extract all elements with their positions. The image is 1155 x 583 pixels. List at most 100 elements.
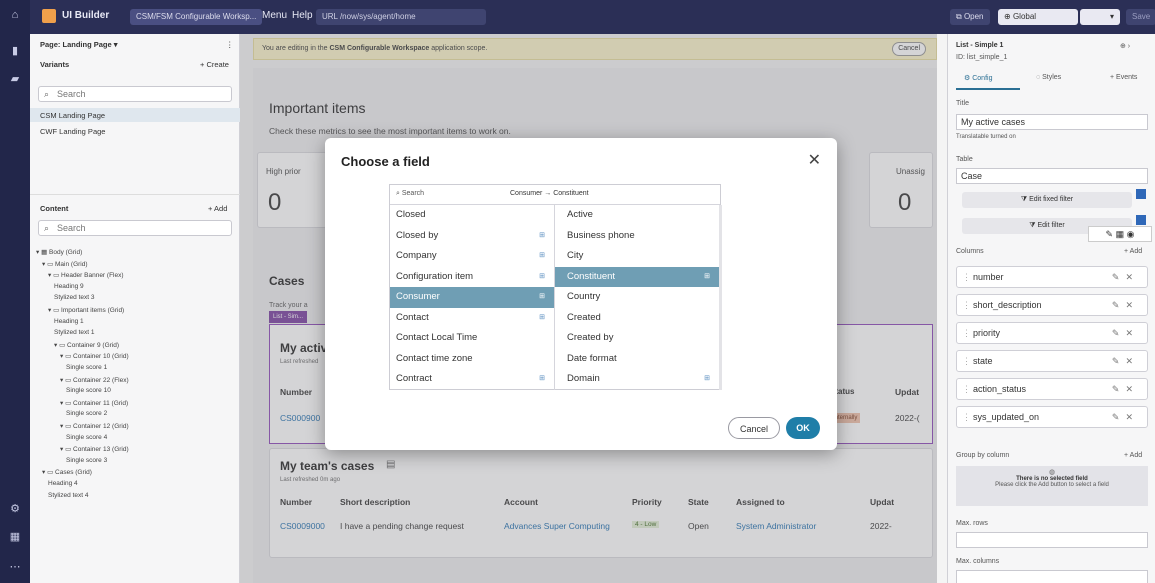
field-option[interactable]: Country: [555, 287, 720, 308]
variants-search-input[interactable]: ⌕ Search: [38, 86, 232, 102]
field-option[interactable]: Contact time zone: [390, 349, 554, 370]
reference-field-icon[interactable]: ⊞: [704, 267, 710, 287]
tree-node[interactable]: ▾ ▭ Container 12 (Grid): [60, 422, 129, 430]
tree-node[interactable]: Stylized text 1: [54, 329, 94, 336]
reference-field-icon[interactable]: ⊞: [539, 226, 545, 246]
close-icon[interactable]: ✕: [808, 150, 821, 170]
tree-node[interactable]: ▾ ▭ Container 22 (Flex): [60, 376, 129, 384]
tree-node[interactable]: Stylized text 4: [48, 492, 88, 499]
tree-node[interactable]: ▾ ▭ Cases (Grid): [42, 468, 92, 476]
tree-node[interactable]: Single score 1: [66, 364, 107, 371]
tree-node[interactable]: Single score 10: [66, 387, 111, 394]
pencil-icon[interactable]: ✎: [1112, 356, 1126, 366]
page-selector[interactable]: Page: Landing Page ▾: [40, 40, 118, 49]
tree-node[interactable]: Heading 1: [54, 318, 84, 325]
open-button[interactable]: ⧉ Open: [950, 9, 990, 25]
tab-styles[interactable]: ◌ Styles: [1036, 74, 1061, 81]
drag-handle-icon[interactable]: ⋮: [962, 379, 971, 399]
field-option[interactable]: Closed: [390, 205, 554, 226]
page-icon[interactable]: ▮: [8, 44, 22, 58]
content-search-input[interactable]: ⌕ Search: [38, 220, 232, 236]
pencil-icon[interactable]: ✎: [1112, 412, 1126, 422]
field-option[interactable]: Contract ⊞: [390, 369, 554, 390]
drag-handle-icon[interactable]: ⋮: [962, 351, 971, 371]
reference-field-icon[interactable]: ⊞: [539, 287, 545, 307]
field-option[interactable]: Constituent ⊞: [555, 266, 720, 287]
eye-icon[interactable]: ◉: [1127, 229, 1135, 239]
close-icon[interactable]: ✕: [1125, 356, 1139, 366]
cancel-button[interactable]: Cancel: [728, 417, 780, 439]
field-option[interactable]: City: [555, 246, 720, 267]
pencil-icon[interactable]: ✎: [1112, 272, 1126, 282]
add-column-button[interactable]: + Add: [1124, 248, 1142, 255]
drag-handle-icon[interactable]: ⋮: [962, 407, 971, 427]
component-menu-icon[interactable]: ⊕ ›: [1120, 42, 1130, 50]
home-icon[interactable]: ⌂: [8, 8, 22, 22]
tree-node[interactable]: Single score 2: [66, 410, 107, 417]
close-icon[interactable]: ✕: [1125, 272, 1139, 282]
close-icon[interactable]: ✕: [1125, 384, 1139, 394]
column-item[interactable]: ⋮ number ✎✕: [956, 266, 1148, 288]
help-button[interactable]: Help: [292, 10, 313, 21]
reference-field-icon[interactable]: ⊞: [539, 267, 545, 287]
grid-icon[interactable]: ▦: [8, 530, 22, 544]
tree-node[interactable]: ▾ ▭ Header Banner (Flex): [48, 271, 124, 279]
settings-icon[interactable]: ⚙: [8, 502, 22, 516]
url-field[interactable]: URL /now/sys/agent/home: [316, 9, 486, 25]
scope-picker[interactable]: ⊕ Global: [998, 9, 1078, 25]
tree-node[interactable]: Single score 4: [66, 434, 107, 441]
field-option[interactable]: Domain ⊞: [555, 369, 720, 390]
field-option[interactable]: Active: [555, 205, 720, 226]
picker-search-input[interactable]: ⌕ Search: [396, 190, 424, 198]
add-content-button[interactable]: + Add: [208, 204, 227, 213]
drag-handle-icon[interactable]: ⋮: [962, 323, 971, 343]
column-item[interactable]: ⋮ state ✎✕: [956, 350, 1148, 372]
scrollbar[interactable]: [719, 205, 722, 390]
tree-node[interactable]: Stylized text 3: [54, 294, 94, 301]
menu-button[interactable]: Menu: [262, 10, 287, 21]
data-icon[interactable]: ▰: [8, 72, 22, 86]
drag-handle-icon[interactable]: ⋮: [962, 295, 971, 315]
create-variant-button[interactable]: + Create: [200, 60, 229, 69]
pencil-icon[interactable]: ✎: [1112, 384, 1126, 394]
field-option[interactable]: Date format: [555, 349, 720, 370]
tab-events[interactable]: + Events: [1110, 74, 1137, 81]
ok-button[interactable]: OK: [786, 417, 820, 439]
field-option[interactable]: Configuration item ⊞: [390, 267, 554, 288]
tree-node[interactable]: Heading 4: [48, 480, 78, 487]
pencil-icon[interactable]: ✎: [1112, 300, 1126, 310]
field-toolbar[interactable]: ✎ ▦ ◉: [1088, 226, 1152, 242]
scope-dropdown[interactable]: ▾: [1080, 9, 1120, 25]
reference-field-icon[interactable]: ⊞: [539, 308, 545, 328]
tree-node[interactable]: Single score 3: [66, 457, 107, 464]
field-option[interactable]: Consumer ⊞: [390, 287, 554, 308]
title-input[interactable]: My active cases: [956, 114, 1148, 130]
close-icon[interactable]: ✕: [1125, 412, 1139, 422]
field-option[interactable]: Business phone: [555, 226, 720, 247]
reference-field-icon[interactable]: ⊞: [704, 369, 710, 389]
tree-node[interactable]: ▾ ▭ Container 13 (Grid): [60, 445, 129, 453]
tab-config[interactable]: ⚙ Config: [964, 74, 992, 82]
max-rows-input[interactable]: [956, 532, 1148, 548]
field-option[interactable]: Contact ⊞: [390, 308, 554, 329]
column-item[interactable]: ⋮ sys_updated_on ✎✕: [956, 406, 1148, 428]
field-option[interactable]: Company ⊞: [390, 246, 554, 267]
page-info-icon[interactable]: ⋮: [226, 40, 234, 49]
breadcrumb-item[interactable]: Consumer: [510, 190, 542, 197]
column-item[interactable]: ⋮ priority ✎✕: [956, 322, 1148, 344]
drag-handle-icon[interactable]: ⋮: [962, 267, 971, 287]
group-by-add-button[interactable]: + Add: [1124, 452, 1142, 459]
tree-node[interactable]: ▾ ▭ Container 9 (Grid): [54, 341, 119, 349]
field-option[interactable]: Contact Local Time: [390, 328, 554, 349]
save-button[interactable]: Save: [1126, 9, 1155, 25]
close-icon[interactable]: ✕: [1125, 300, 1139, 310]
reference-field-icon[interactable]: ⊞: [539, 369, 545, 389]
variant-item[interactable]: CSM Landing Page: [40, 111, 105, 120]
column-item[interactable]: ⋮ short_description ✎✕: [956, 294, 1148, 316]
pencil-icon[interactable]: ✎: [1112, 328, 1126, 338]
bind-data-icon[interactable]: [1136, 215, 1146, 225]
tree-node[interactable]: ▾ ▭ Container 10 (Grid): [60, 352, 129, 360]
field-option[interactable]: Created: [555, 308, 720, 329]
max-columns-input[interactable]: [956, 570, 1148, 583]
pencil-icon[interactable]: ✎: [1106, 229, 1114, 239]
